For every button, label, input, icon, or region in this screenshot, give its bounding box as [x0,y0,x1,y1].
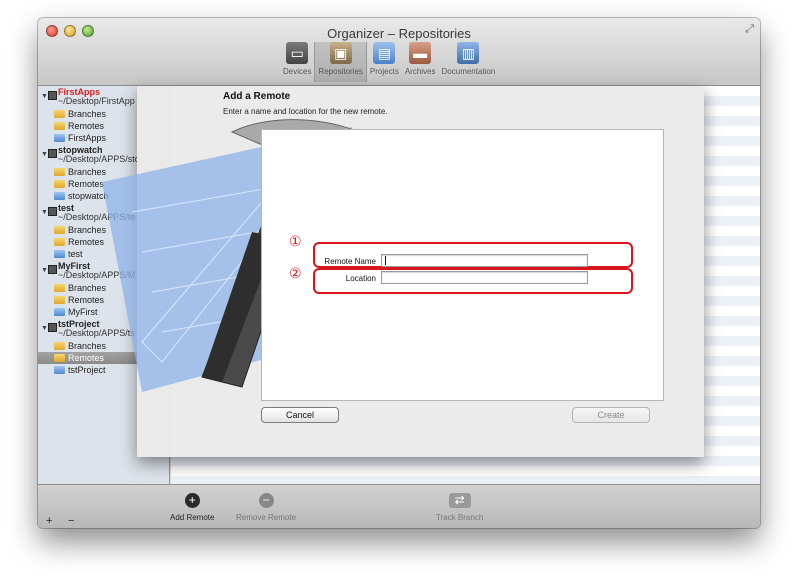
location-label: Location [345,274,376,283]
folder-icon [54,168,65,176]
folder-icon [54,238,65,246]
track-branch-button[interactable]: ⇄ Track Branch [436,493,483,522]
folder-icon [54,308,65,316]
window-title: Organizer – Repositories [327,26,471,41]
annotation-number-1: ① [289,234,302,250]
repo-child-label: Branches [68,283,107,293]
archives-icon: ▬ [409,42,432,64]
track-branch-label: Track Branch [436,513,484,522]
toolbar-archives-label: Archives [404,67,436,76]
folder-icon [54,296,65,304]
disclosure-triangle-icon[interactable]: ▼ [41,92,48,101]
repo-child-label: Remotes [68,353,105,363]
sheet-title: Add a Remote [223,91,291,102]
repo-child-label: Remotes [68,237,105,247]
repo-child-label: Branches [68,167,107,177]
plus-circle-icon: + [184,493,200,508]
folder-icon [54,342,65,350]
remove-remote-button[interactable]: − Remove Remote [236,493,296,522]
create-button[interactable]: Create [572,407,650,423]
disclosure-triangle-icon[interactable]: ▼ [41,150,48,159]
folder-icon [54,122,65,130]
folder-icon [54,354,65,362]
repo-child-label: Remotes [68,295,105,305]
repo-child-label: Remotes [68,121,105,131]
repo-child-label: Branches [68,341,107,351]
repo-child-label: test [68,249,83,259]
folder-icon [54,134,65,142]
minus-circle-icon: − [258,493,274,508]
folder-icon [54,226,65,234]
location-field[interactable] [381,271,588,284]
repository-icon [48,91,57,100]
repo-child-label: Branches [68,109,107,119]
folder-icon [54,250,65,258]
bottom-bar: + − + Add Remote − Remove Remote ⇄ Track… [38,484,760,528]
folder-icon [54,192,65,200]
repository-icon [48,149,57,158]
remote-name-field[interactable] [381,254,588,267]
sidebar-add-button[interactable]: + [46,515,52,527]
cancel-button[interactable]: Cancel [261,407,339,423]
folder-icon [54,110,65,118]
add-remote-label: Add Remote [170,513,215,522]
repo-child-label: Remotes [68,179,105,189]
repo-child-label: MyFirst [68,307,98,317]
track-branch-icon: ⇄ [448,493,471,508]
repositories-icon: ▣ [329,42,352,64]
disclosure-triangle-icon[interactable]: ▼ [41,324,48,333]
disclosure-triangle-icon[interactable]: ▼ [41,266,48,275]
repo-child-label: tstProject [68,365,106,375]
repository-icon [48,323,57,332]
devices-icon: ▭ [286,42,309,64]
sheet-description: Enter a name and location for the new re… [223,107,388,116]
folder-icon [54,284,65,292]
remote-name-label: Remote Name [324,257,376,266]
documentation-icon: ▥ [457,42,480,64]
add-remote-button[interactable]: + Add Remote [170,493,214,522]
toolbar-documentation-label: Documentation [441,67,496,76]
repository-icon [48,265,57,274]
repo-child-label: Branches [68,225,107,235]
remove-remote-label: Remove Remote [236,513,297,522]
text-caret [385,256,386,265]
sidebar-remove-button[interactable]: − [68,515,74,527]
disclosure-triangle-icon[interactable]: ▼ [41,208,48,217]
toolbar-documentation[interactable]: ▥ Documentation [439,42,499,82]
projects-icon: ▤ [373,42,396,64]
fullscreen-icon[interactable]: ⤢ [745,23,754,36]
folder-icon [54,366,65,374]
folder-icon [54,180,65,188]
repo-child-label: FirstApps [68,133,107,143]
toolbar-archives[interactable]: ▬ Archives [402,42,439,82]
repository-icon [48,207,57,216]
